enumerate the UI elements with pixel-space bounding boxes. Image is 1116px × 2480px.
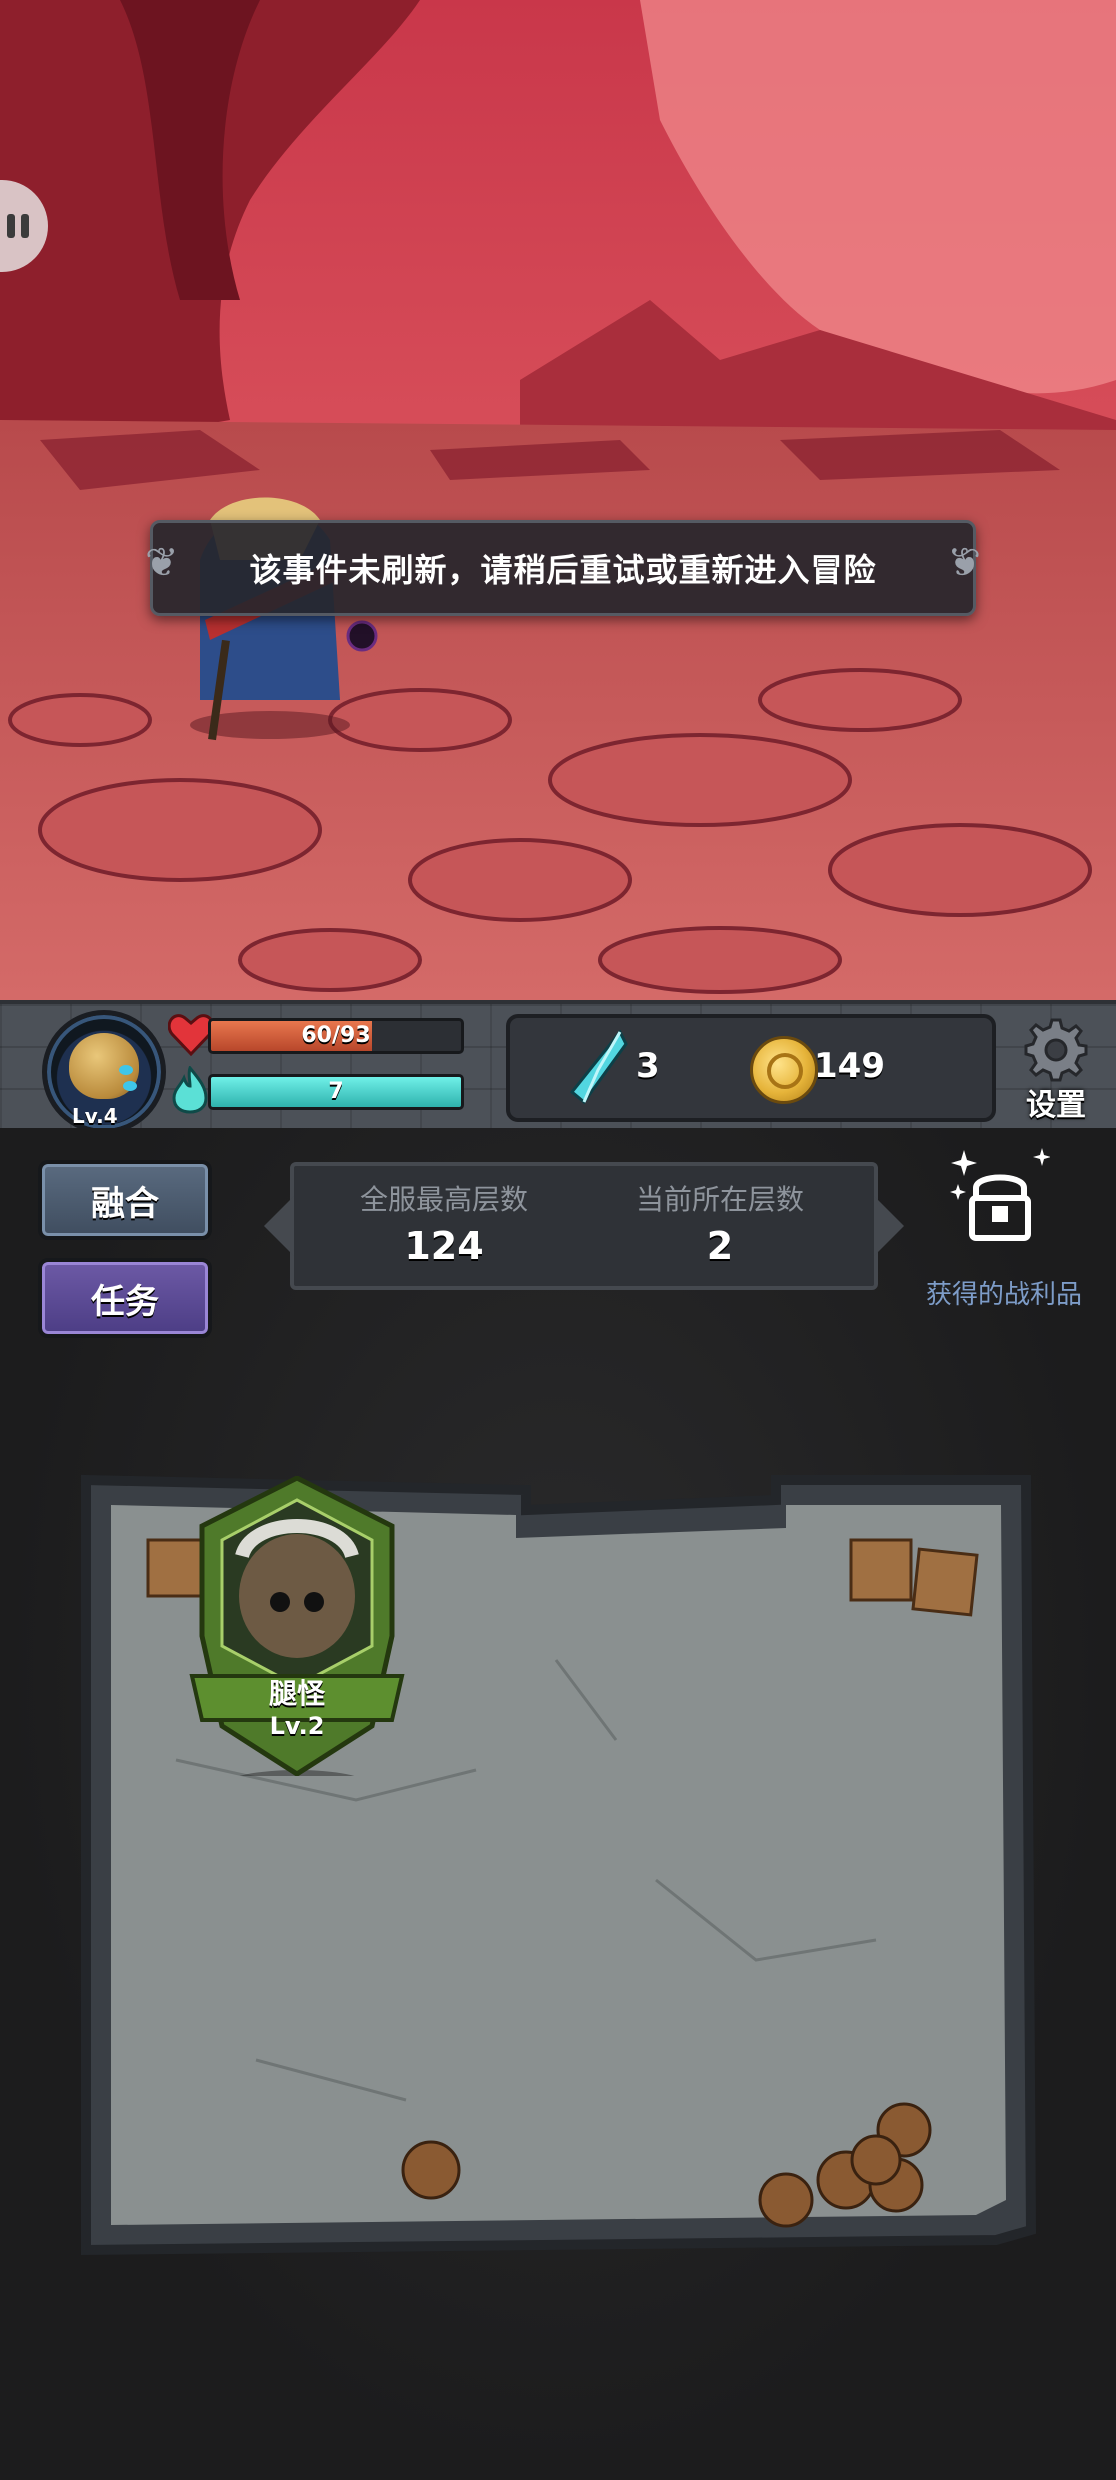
player-level: Lv.4: [72, 1104, 118, 1128]
coin-count: 149: [814, 1046, 885, 1086]
resource-panel: 3 149: [506, 1014, 996, 1122]
settings-button[interactable]: 设置: [1006, 1018, 1106, 1123]
treasure-chest-icon: [950, 1148, 1050, 1241]
settings-label: 设置: [1026, 1088, 1086, 1123]
current-floor-label: 当前所在层数: [635, 1183, 804, 1216]
mana-text: 7: [328, 1079, 344, 1104]
mana-bar: 7: [208, 1074, 464, 1110]
curl-ornament-icon: ❦: [946, 540, 981, 586]
fuse-button[interactable]: 融合: [38, 1160, 212, 1240]
status-bar: Lv.4 60/93 7 3 149 设置: [0, 1000, 1116, 1136]
enemy-name: 腿怪: [268, 1677, 325, 1710]
battle-scene: ❦ 该事件未刷新，请稍后重试或重新进入冒险 ❦: [0, 0, 1116, 1000]
enemy-level: Lv.2: [269, 1712, 325, 1740]
hp-bar: 60/93: [208, 1018, 464, 1054]
server-best-floor-value: 124: [404, 1224, 484, 1268]
mana-flame-icon: [172, 1066, 208, 1114]
toast-message: 该事件未刷新，请稍后重试或重新进入冒险: [249, 551, 877, 589]
loot-label: 获得的战利品: [925, 1280, 1082, 1310]
current-floor-value: 2: [706, 1224, 734, 1268]
crystal-count: 3: [636, 1046, 660, 1086]
toast-message-box: ❦ 该事件未刷新，请稍后重试或重新进入冒险 ❦: [145, 520, 981, 616]
enemy-card[interactable]: 腿怪 Lv.2: [182, 1475, 412, 1798]
crystal-icon: [569, 1030, 628, 1104]
coin-icon: [750, 1036, 818, 1104]
scene-background: [0, 0, 1116, 1000]
hp-text: 60/93: [301, 1023, 371, 1048]
gear-icon: [1024, 1018, 1088, 1082]
task-button[interactable]: 任务: [38, 1258, 212, 1338]
server-best-floor-label: 全服最高层数: [359, 1183, 528, 1216]
floor-info-panel: 全服最高层数 124 当前所在层数 2: [290, 1162, 878, 1290]
loot-button[interactable]: 获得的战利品: [904, 1148, 1104, 1310]
curl-ornament-icon: ❦: [145, 540, 180, 586]
